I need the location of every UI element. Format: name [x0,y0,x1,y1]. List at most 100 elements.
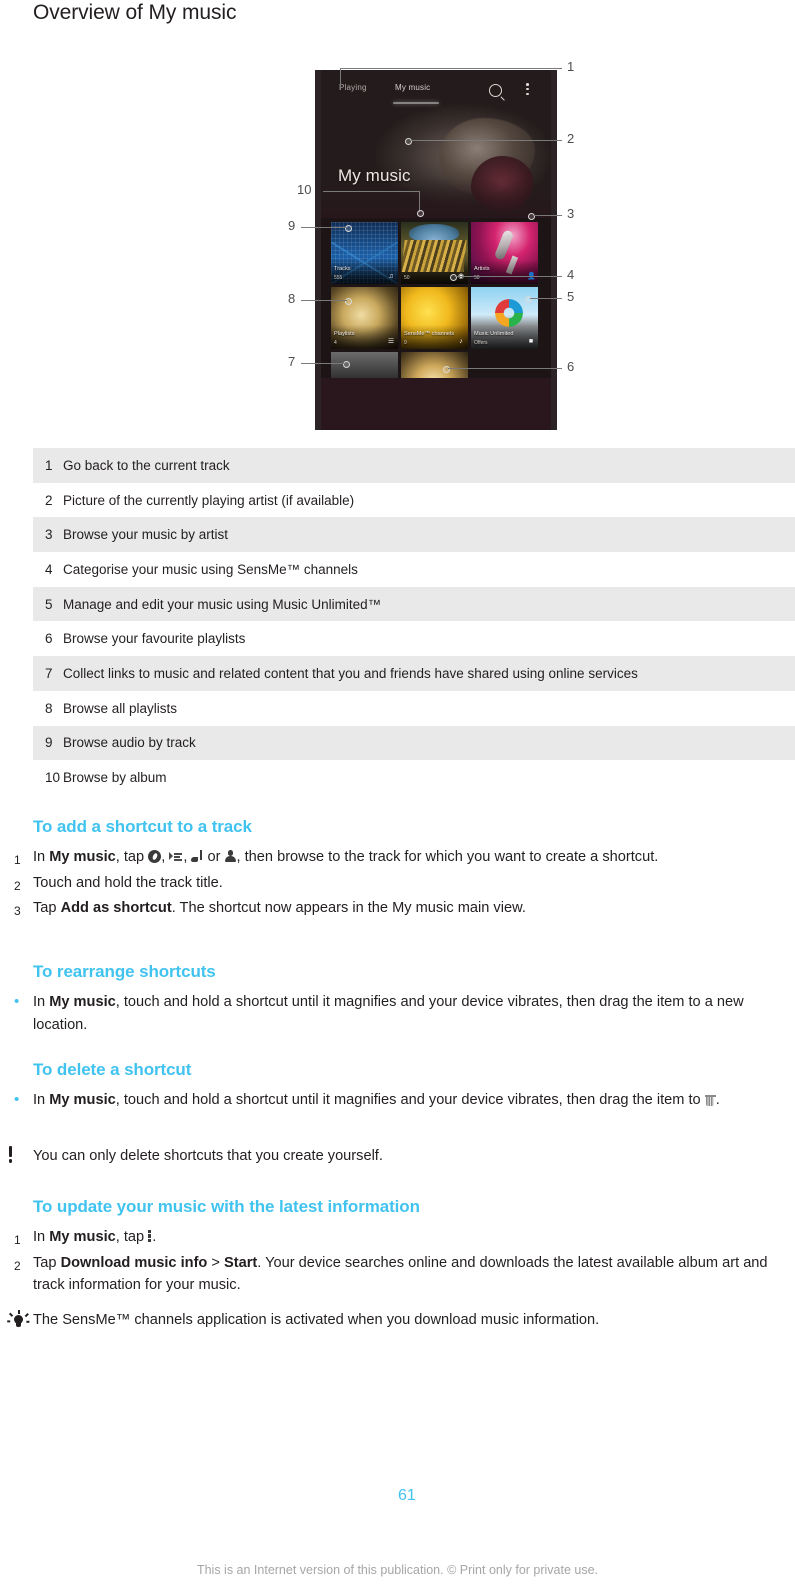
table-row: 1 Go back to the current track [33,448,795,483]
row-number: 9 [45,735,53,751]
tile-subtitle: 9 [404,340,407,346]
callout-number-7: 7 [288,354,296,369]
music-note-icon [191,850,203,863]
table-row: 9 Browse audio by track [33,725,795,761]
row-description: Collect links to music and related conte… [63,665,638,681]
step-text-bold: Start [223,1254,258,1271]
row-number: 2 [45,492,53,508]
tile-sensme-channels[interactable]: SensMe™ channels 9 ♪ [401,287,468,349]
step-text-part: . [715,1092,720,1108]
table-row: 2 Picture of the currently playing artis… [33,483,795,518]
list-item: 2 Tap Download music info > Start. Your … [0,1252,770,1297]
procedure-update-music: 1 In My music, tap . 2 Tap Download musi… [0,1226,770,1297]
step-text-bold: Download music info [60,1254,208,1271]
tile-caption: SensMe™ channels [404,331,455,337]
trash-icon [704,1093,716,1106]
tile-subtitle: Offers [474,340,488,346]
callout-line-6 [448,368,562,369]
person-icon [225,850,237,863]
row-description: Browse your music by artist [63,527,229,543]
list-item: 1 In My music, tap , , or , then browse … [0,846,770,872]
list-item: • In My music, touch and hold a shortcut… [0,1089,770,1112]
callout-number-4: 4 [567,267,575,282]
phone-bezel-right [551,70,557,430]
step-text-bold: My music [49,849,116,865]
step-text-part: In [33,1229,50,1245]
hero-title: My music [338,166,411,185]
step-text-part: In [33,849,50,865]
step-text-part: . [152,1229,157,1245]
page-number: 61 [398,1487,416,1504]
callout-number-9: 9 [288,218,296,233]
callout-number-10: 10 [297,182,312,197]
step-text-part: , [183,849,192,865]
step-text-part: , tap [115,849,149,865]
list-item: 1 In My music, tap . [0,1226,770,1252]
heading-add-shortcut: To add a shortcut to a track [33,817,252,836]
tile-playlists[interactable]: Playlists 4 ☰ [331,287,398,349]
step-text: In My music, touch and hold a shortcut u… [33,1089,770,1112]
step-text: In My music, tap . [33,1226,770,1249]
heading-rearrange-shortcuts: To rearrange shortcuts [33,962,216,981]
row-description: Go back to the current track [63,457,230,473]
note-text: You can only delete shortcuts that you c… [33,1148,383,1164]
row-description: Manage and edit your music using Music U… [63,596,382,612]
tile-artists[interactable]: Artists 50 👤 [471,222,538,284]
tile-caption: Albums [404,266,423,272]
callout-tick-10 [419,191,420,212]
bullet-marker: • [14,993,20,1010]
playlist-icon [169,851,183,863]
step-number: 1 [14,853,21,867]
now-playing-artwork: Playing My music My music [321,70,551,218]
row-number: 6 [45,631,53,647]
callout-dot-10 [417,210,424,217]
list-item: 3 Tap Add as shortcut. The shortcut now … [0,897,770,923]
bullet-marker: • [14,1091,20,1108]
tile-caption: Tracks [334,266,351,272]
step-text-part: , touch and hold a shortcut until it mag… [33,994,744,1033]
callout-line-8 [301,300,347,301]
tab-playing[interactable]: Playing [339,83,367,92]
tab-bar: Playing My music [321,76,551,104]
table-row: 6 Browse your favourite playlists [33,621,795,656]
row-description: Picture of the currently playing artist … [63,492,355,508]
tip-note: The SensMe™ channels application is acti… [0,1310,770,1331]
table-row: 8 Browse all playlists [33,691,795,726]
callout-number-6: 6 [567,359,575,374]
more-vertical-icon [148,1229,152,1243]
step-text-part: . The shortcut now appears in the My mus… [171,900,526,917]
row-number: 3 [45,527,53,543]
step-text-part: Tap [33,1254,61,1271]
row-description: Browse audio by track [63,735,196,751]
callout-number-8: 8 [288,291,296,306]
playlist-icon: ☰ [387,338,395,345]
step-number: 2 [14,878,21,893]
callout-line-7 [301,363,345,364]
more-vertical-icon[interactable] [526,83,529,96]
callout-line-2 [410,140,562,141]
lightbulb-tip-icon [0,1310,33,1328]
callout-line-1 [340,68,562,69]
step-text-part: In [33,994,50,1010]
tile-tracks[interactable]: Tracks 555 ♫ [331,222,398,284]
warning-exclamation-icon [0,1146,33,1163]
row-description: Categorise your music using SensMe™ chan… [63,561,358,577]
unlimited-icon: ■ [528,338,534,345]
tile-caption: Playlists [334,331,355,337]
tab-my-music[interactable]: My music [395,83,430,92]
step-text-part: , [161,849,170,865]
search-icon[interactable] [489,84,502,97]
tab-indicator [393,102,439,104]
step-text-part: , then browse to the track for which you… [236,849,659,865]
tile-albums[interactable]: Albums 50 ◉ [401,222,468,284]
row-description: Browse by album [63,770,167,786]
procedure-rearrange-shortcuts: • In My music, touch and hold a shortcut… [0,991,770,1036]
callout-line-3 [533,215,562,216]
album-disc-icon [148,850,162,863]
step-text-bold: My music [49,1229,116,1245]
list-item: 2 Touch and hold the track title. [0,872,770,898]
step-text-bold: Add as shortcut [60,900,172,917]
row-description: Browse your favourite playlists [63,631,246,647]
step-text-bold: My music [49,994,116,1010]
step-text: In My music, touch and hold a shortcut u… [33,991,770,1036]
